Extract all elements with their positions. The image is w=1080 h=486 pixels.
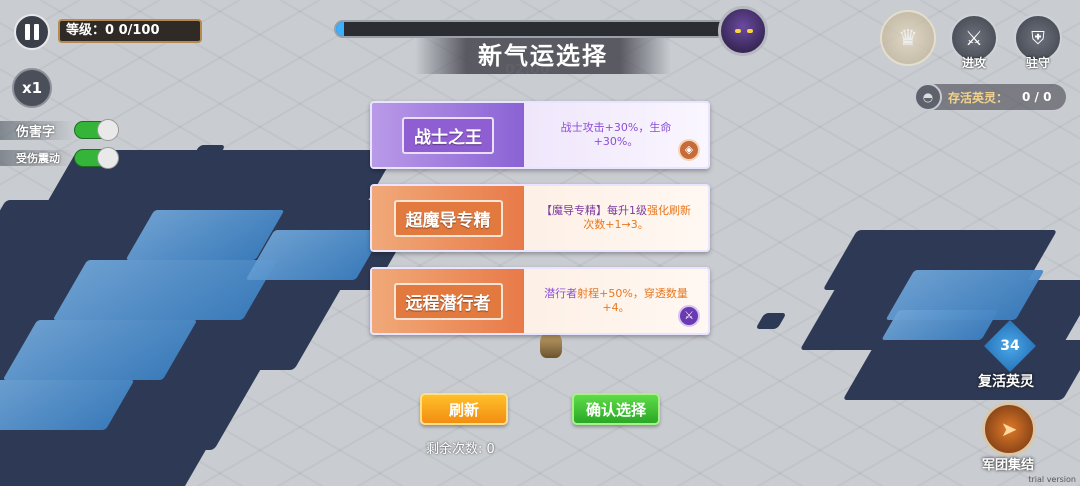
toggle-row-damage-text: 伤害字 [0, 119, 119, 141]
remaining-refreshes: 剩余次数: 0 [426, 442, 495, 457]
shield-icon: ⛨ [1031, 27, 1045, 49]
confirm-button[interactable]: 确认选择 [572, 393, 660, 425]
hit-shake-toggle[interactable] [74, 147, 119, 169]
wave-progress-bar [334, 20, 734, 38]
garrison-label: 驻守 [1025, 56, 1050, 70]
card-name: 超魔导专精 [393, 199, 503, 237]
warrior-emblem-icon: ◈ [678, 139, 700, 161]
card-name: 远程潜行者 [393, 282, 503, 320]
toggle-row-hit-shake: 受伤震动 [0, 147, 119, 169]
level-display: 等级：0 0/100 [58, 19, 202, 43]
crossed-swords-icon: ⚔ [965, 26, 983, 50]
level-label: 等级： [66, 23, 106, 38]
rally-arrow-icon: ➤ [1000, 417, 1018, 441]
crown-emblem-icon: ♛ [898, 25, 918, 51]
pause-button[interactable] [14, 14, 50, 50]
level-value: 0 0/100 [105, 23, 160, 38]
surviving-heroes-count: 0 / 0 [1022, 90, 1052, 104]
hit-shake-label: 受伤震动 [0, 150, 74, 166]
card-description: 【魔导专精】每升1级强化刷新次数+1→3。 [541, 204, 691, 231]
trial-watermark: trial version [1028, 475, 1076, 484]
legion-rally-button[interactable]: ➤ [982, 402, 1036, 456]
pause-icon [25, 24, 30, 40]
boss-avatar [718, 6, 768, 56]
card-name: 战士之王 [402, 116, 494, 154]
helmet-icon: ◓ [914, 83, 942, 111]
page-title: 新气运选择 [415, 38, 671, 74]
revive-heroes-label: 复活英灵 [978, 374, 1034, 390]
hero-character [540, 332, 562, 358]
speed-button[interactable]: x1 [12, 68, 52, 108]
card-description: 潜行者射程+50%，穿透数量+4。 [544, 287, 688, 314]
revive-count: 34 [1000, 338, 1020, 354]
crossed-swords-icon: ⚔ [678, 305, 700, 327]
rank-emblem-button[interactable]: ♛ [880, 10, 936, 66]
damage-text-label: 伤害字 [0, 120, 74, 140]
surviving-heroes-pill: ◓ 存活英灵： 0 / 0 [914, 83, 1066, 111]
surviving-heroes-label: 存活英灵： [948, 90, 1009, 105]
damage-text-toggle[interactable] [74, 119, 119, 141]
card-description: 战士攻击+30%，生命+30%。 [560, 121, 672, 148]
refresh-button[interactable]: 刷新 [420, 393, 508, 425]
blessing-card-1[interactable]: 战士之王 战士攻击+30%，生命+30%。 ◈ [370, 101, 710, 169]
wave-progress-fill [336, 22, 344, 36]
advance-label: 进攻 [961, 56, 986, 70]
blessing-card-2[interactable]: 超魔导专精 【魔导专精】每升1级强化刷新次数+1→3。 [370, 184, 710, 252]
legion-rally-label: 军团集结 [982, 458, 1035, 473]
blessing-card-3[interactable]: 远程潜行者 潜行者射程+50%，穿透数量+4。 ⚔ [370, 267, 710, 335]
